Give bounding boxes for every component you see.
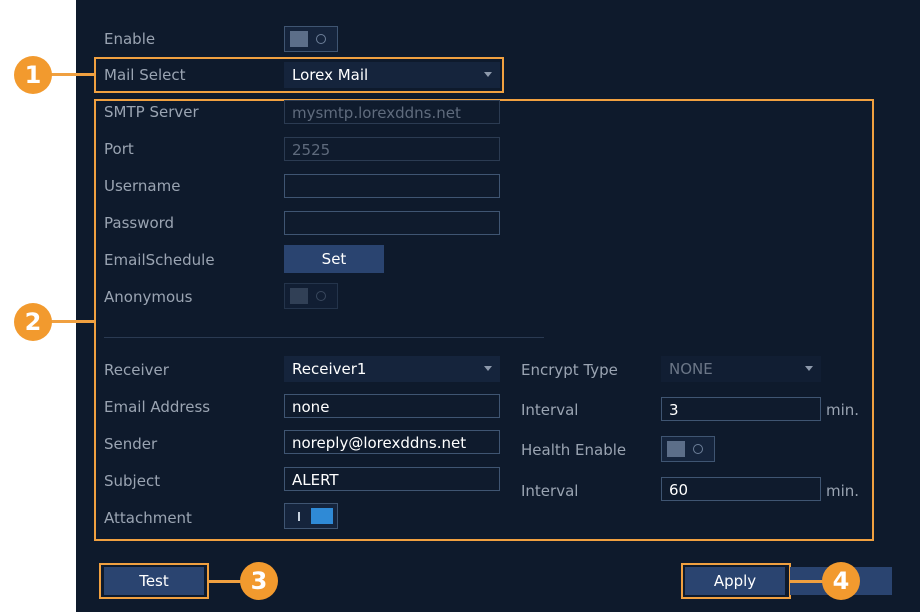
chevron-down-icon <box>484 72 492 77</box>
sender-label: Sender <box>104 435 158 453</box>
anonymous-toggle[interactable] <box>284 283 338 309</box>
mail-select-dropdown[interactable]: Lorex Mail <box>284 62 500 88</box>
toggle-off-indicator <box>316 291 326 301</box>
email-schedule-label: EmailSchedule <box>104 251 215 269</box>
encrypt-type-value: NONE <box>669 360 713 378</box>
health-interval-label: Interval <box>521 482 579 500</box>
health-interval-unit: min. <box>826 482 860 500</box>
port-field[interactable]: 2525 <box>284 137 500 161</box>
toggle-knob <box>290 288 308 304</box>
enable-toggle[interactable] <box>284 26 338 52</box>
callout-3-badge: 3 <box>240 562 278 600</box>
callout-4-highlight <box>681 563 791 599</box>
email-address-field[interactable]: none <box>284 394 500 418</box>
callout-2-badge: 2 <box>14 303 52 341</box>
toggle-knob <box>290 31 308 47</box>
receiver-label: Receiver <box>104 361 169 379</box>
sender-field[interactable]: noreply@lorexddns.net <box>284 430 500 454</box>
anonymous-label: Anonymous <box>104 288 193 306</box>
password-label: Password <box>104 214 175 232</box>
encrypt-type-dropdown[interactable]: NONE <box>661 356 821 382</box>
toggle-off-indicator <box>693 444 703 454</box>
mail-select-value: Lorex Mail <box>292 66 369 84</box>
smtp-server-label: SMTP Server <box>104 103 199 121</box>
subject-field[interactable]: ALERT <box>284 467 500 491</box>
subject-label: Subject <box>104 472 161 490</box>
interval-label: Interval <box>521 401 579 419</box>
attachment-label: Attachment <box>104 509 192 527</box>
smtp-server-field[interactable]: mysmtp.lorexddns.net <box>284 100 500 124</box>
username-field[interactable] <box>284 174 500 198</box>
callout-3-highlight <box>99 563 209 599</box>
callout-4-badge: 4 <box>822 562 860 600</box>
health-enable-label: Health Enable <box>521 441 627 459</box>
email-address-label: Email Address <box>104 398 211 416</box>
chevron-down-icon <box>484 366 492 371</box>
health-interval-field[interactable]: 60 <box>661 477 821 501</box>
interval-unit: min. <box>826 401 860 419</box>
enable-label: Enable <box>104 30 156 48</box>
attachment-toggle[interactable] <box>284 503 338 529</box>
interval-field[interactable]: 3 <box>661 397 821 421</box>
email-schedule-set-button[interactable]: Set <box>284 245 384 273</box>
chevron-down-icon <box>805 366 813 371</box>
password-field[interactable] <box>284 211 500 235</box>
toggle-knob <box>311 508 333 524</box>
username-label: Username <box>104 177 181 195</box>
callout-1-badge: 1 <box>14 56 52 94</box>
mail-select-label: Mail Select <box>104 66 186 84</box>
encrypt-type-label: Encrypt Type <box>521 361 618 379</box>
port-label: Port <box>104 140 134 158</box>
toggle-knob <box>667 441 685 457</box>
health-enable-toggle[interactable] <box>661 436 715 462</box>
toggle-off-indicator <box>316 34 326 44</box>
section-divider <box>104 337 544 338</box>
receiver-value: Receiver1 <box>292 360 367 378</box>
receiver-dropdown[interactable]: Receiver1 <box>284 356 500 382</box>
toggle-on-indicator <box>298 512 300 521</box>
